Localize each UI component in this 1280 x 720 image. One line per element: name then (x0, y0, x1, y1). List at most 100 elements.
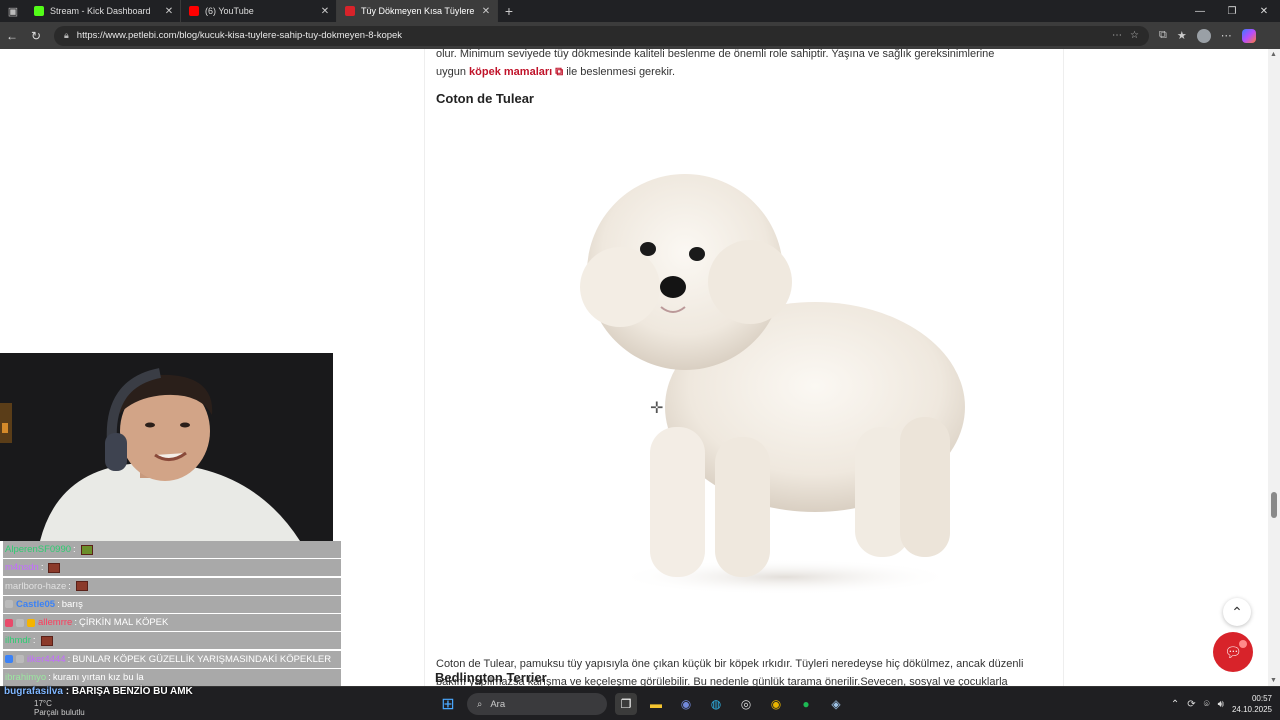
restore-icon[interactable]: ❐ (1216, 6, 1248, 17)
copilot-icon[interactable] (1241, 28, 1256, 43)
sync-icon[interactable]: ⟳ (1187, 699, 1195, 710)
emote-icon (48, 562, 61, 573)
new-tab-button[interactable]: + (498, 3, 520, 19)
search-placeholder: Ara (490, 698, 506, 710)
badge-icon (5, 600, 13, 609)
tab-petlebi[interactable]: Tüy Dökmeyen Kısa Tüylere Sahip ✕ (337, 0, 498, 22)
date: 24.10.2025 (1231, 705, 1272, 714)
chat-message: m4nsdn: (3, 559, 341, 577)
tab-title: (6) YouTube (205, 6, 254, 16)
article-body: olur. Minimum seviyede tüy dökmesinde ka… (424, 49, 1064, 686)
youtube-favicon-icon (189, 6, 199, 16)
reader-mode-icon[interactable]: ⋯ (1112, 30, 1122, 41)
chat-message: ilker4444: BUNLAR KÖPEK GÜZELLİK YARIŞMA… (3, 650, 341, 668)
intro-line: olur. Minimum seviyede tüy dökmesinde ka… (436, 49, 995, 60)
chat-username: marlboro-haze (5, 580, 67, 592)
chat-message: AlperenSF0990: (3, 541, 341, 558)
heading-bedlington-terrier: Bedlington Terrier (435, 670, 547, 685)
svg-text:✛: ✛ (650, 398, 663, 417)
time: 00:57 (1251, 694, 1272, 703)
chat-message: Castle05: barış (3, 595, 341, 613)
tab-youtube[interactable]: (6) YouTube ✕ (181, 0, 337, 22)
badge-icon (5, 618, 13, 627)
emote-icon (40, 635, 53, 646)
kick-favicon-icon (34, 6, 44, 16)
close-window-icon[interactable]: ✕ (1248, 6, 1280, 17)
chat-message: allemrre: ÇİRKİN MAL KÖPEK (3, 614, 341, 632)
chat-message: ilhmdr: (3, 632, 341, 650)
intro-paragraph: olur. Minimum seviyede tüy dökmesinde ka… (436, 49, 1046, 81)
system-tray: ⌃ ⟳ ⌾ 🔊︎ 00:57 24.10.2025 (1171, 693, 1272, 715)
chat-username: AlperenSF0990 (5, 544, 72, 555)
chat-text: kuranı yırtan kız bu la (52, 672, 144, 684)
network-icon[interactable]: ⌾ (1204, 699, 1210, 710)
search-icon: ⌕ (477, 698, 483, 710)
chat-text: ÇİRKİN MAL KÖPEK (78, 617, 169, 629)
favorite-star-icon[interactable]: ☆ (1130, 30, 1139, 41)
close-tab-icon[interactable]: ✕ (320, 6, 330, 17)
chevron-up-icon[interactable]: ⌃ (1171, 699, 1179, 710)
spotify-icon[interactable]: ● (795, 693, 817, 715)
badge-icon (27, 618, 35, 627)
taskbar-search[interactable]: ⌕ Ara (467, 693, 607, 715)
discord-icon[interactable]: ◉ (675, 693, 697, 715)
latest-chat-message: bugrafasilva : BARIŞA BENZİO BU AMK (4, 686, 193, 697)
extensions-icon[interactable]: ⧉ (1159, 29, 1167, 42)
kopek-mamalari-link[interactable]: köpek mamaları (469, 66, 552, 78)
obs-icon[interactable]: ◎ (735, 693, 757, 715)
menu-icon[interactable]: ⋯ (1221, 29, 1232, 42)
badge-icon (5, 655, 13, 664)
file-explorer-icon[interactable]: ▬ (645, 693, 667, 715)
chat-username: Castle05 (16, 598, 56, 610)
emote-icon (80, 544, 93, 555)
scroll-to-top-button[interactable]: ⌃ (1223, 598, 1251, 626)
chat-username: ilhmdr (5, 635, 31, 647)
chat-message: ibrahimyo: kuranı yırtan kız bu la (3, 669, 341, 687)
streamer-webcam-overlay (0, 353, 333, 541)
notification-dot (1239, 640, 1247, 648)
back-icon[interactable]: ← (0, 29, 24, 43)
chrome-icon[interactable]: ◉ (765, 693, 787, 715)
scroll-down-icon[interactable]: ▼ (1270, 677, 1277, 684)
minimize-icon[interactable]: — (1184, 6, 1216, 17)
start-icon[interactable]: ⊞ (437, 693, 459, 715)
close-tab-icon[interactable]: ✕ (481, 6, 491, 17)
window-controls: — ❐ ✕ (1184, 6, 1280, 17)
profile-avatar-icon[interactable] (1196, 28, 1211, 43)
support-chat-button[interactable]: 💬︎ (1213, 632, 1253, 672)
address-bar[interactable]: 🔒︎ https://www.petlebi.com/blog/kucuk-ki… (54, 25, 1149, 46)
toolbar: ← ↻ 🔒︎ https://www.petlebi.com/blog/kucu… (0, 22, 1280, 49)
favorites-icon[interactable]: ★ (1177, 29, 1187, 42)
scroll-up-icon[interactable]: ▲ (1270, 51, 1277, 58)
tab-kick-dashboard[interactable]: Stream - Kick Dashboard ✕ (26, 0, 181, 22)
clock[interactable]: 00:57 24.10.2025 (1232, 693, 1272, 715)
chat-message: marlboro-haze: (3, 577, 341, 595)
badge-icon (16, 655, 24, 664)
tab-title: Stream - Kick Dashboard (50, 6, 151, 16)
intro-suffix: ile beslenmesi gerekir. (566, 66, 676, 78)
task-view-icon[interactable]: ❐ (615, 693, 637, 715)
workspaces-icon[interactable]: ▣ (0, 0, 26, 22)
tab-title: Tüy Dökmeyen Kısa Tüylere Sahip (361, 6, 475, 16)
url-text: https://www.petlebi.com/blog/kucuk-kisa-… (76, 30, 403, 41)
chat-username: m4nsdn (5, 562, 39, 574)
emote-icon (75, 581, 88, 592)
scrollbar-thumb[interactable] (1271, 492, 1277, 518)
volume-icon[interactable]: 🔊︎ (1218, 699, 1224, 710)
chat-text: barış (61, 598, 83, 610)
external-link-icon: ⧉ (555, 66, 564, 78)
page-scrollbar[interactable]: ▲ ▼ (1268, 49, 1280, 686)
stream-chat-overlay: AlperenSF0990: m4nsdn: marlboro-haze: Ca… (3, 541, 341, 687)
petlebi-favicon-icon (345, 6, 355, 16)
heading-coton-de-tulear: Coton de Tulear (436, 91, 534, 106)
coton-de-tulear-image: ✛ (565, 157, 985, 597)
chat-text: BARIŞA BENZİO BU AMK (71, 686, 193, 697)
weather-widget[interactable]: 17°C Parçalı bulutlu (34, 699, 85, 717)
chat-username: allemrre (38, 617, 73, 629)
steam-icon[interactable]: ◈ (825, 693, 847, 715)
site-info-icon[interactable]: 🔒︎ (64, 30, 69, 41)
refresh-icon[interactable]: ↻ (24, 29, 48, 43)
edge-icon[interactable]: ◍ (705, 693, 727, 715)
close-tab-icon[interactable]: ✕ (164, 6, 174, 17)
intro-prefix: uygun (436, 66, 466, 78)
